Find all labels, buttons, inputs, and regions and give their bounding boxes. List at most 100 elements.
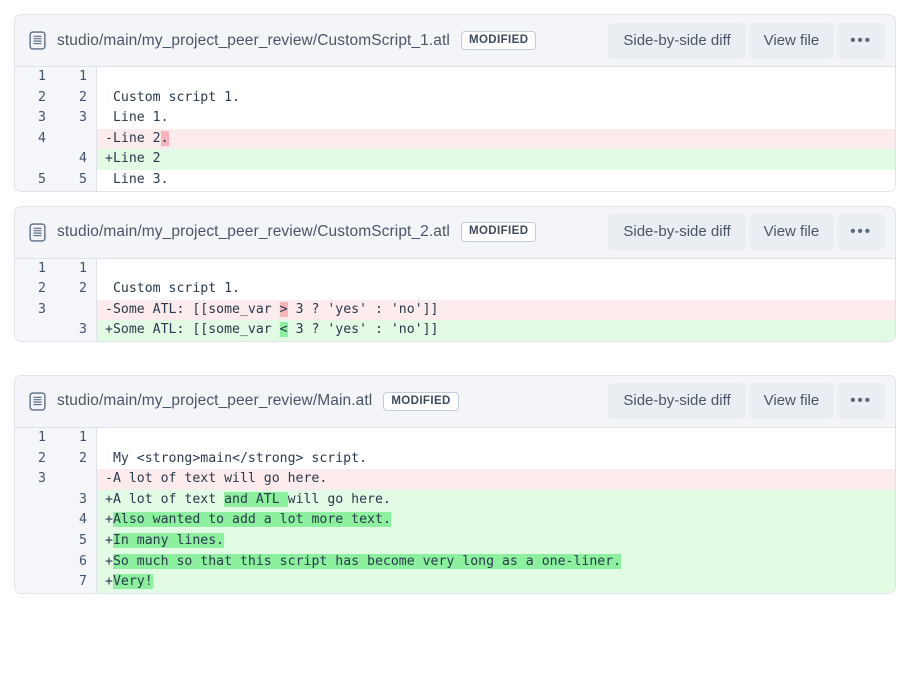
line-number-new: 3 (55, 320, 97, 341)
code-text: -Line 2 (105, 131, 161, 146)
code-text: will go here. (288, 492, 391, 507)
line-number-new: 4 (55, 149, 97, 170)
file-diff-header: studio/main/my_project_peer_review/Custo… (15, 207, 895, 259)
line-number-new: 1 (55, 259, 97, 280)
diff-line-content: +A lot of text and ATL will go here. (97, 490, 895, 511)
diff-line-add: 4 +Line 2 (15, 149, 895, 170)
status-badge: MODIFIED (461, 222, 536, 242)
word-diff-highlight: > (280, 302, 288, 317)
line-number-old (15, 572, 55, 593)
line-number-new: 2 (55, 88, 97, 109)
line-number-new: 5 (55, 531, 97, 552)
diff-line-content: +So much so that this script has become … (97, 552, 895, 573)
diff-line-content (97, 428, 895, 449)
code-text: +Some ATL: [[some_var (105, 322, 280, 337)
line-number-old: 2 (15, 279, 55, 300)
more-options-icon[interactable]: ••• (837, 383, 885, 419)
diff-line-add: 7+Very! (15, 572, 895, 593)
line-number-new: 3 (55, 490, 97, 511)
code-text: Line 1. (105, 110, 169, 125)
more-options-icon[interactable]: ••• (837, 23, 885, 59)
line-number-new: 6 (55, 552, 97, 573)
line-number-new: 4 (55, 510, 97, 531)
header-actions: Side-by-side diffView file••• (608, 383, 885, 419)
diff-line-content: -A lot of text will go here. (97, 469, 895, 490)
diff-line-content: +Some ATL: [[some_var < 3 ? 'yes' : 'no'… (97, 320, 895, 341)
file-diff-card: studio/main/my_project_peer_review/Main.… (14, 375, 896, 594)
diff-line-content: -Line 2. (97, 129, 895, 150)
word-diff-highlight: and ATL (224, 492, 288, 507)
line-number-new: 7 (55, 572, 97, 593)
line-number-new (55, 469, 97, 490)
status-badge: MODIFIED (383, 392, 458, 412)
word-diff-highlight: . (161, 131, 169, 146)
diff-line-ctx: 11 (15, 428, 895, 449)
code-text: + (105, 574, 113, 589)
line-number-old: 3 (15, 300, 55, 321)
line-number-old: 1 (15, 67, 55, 88)
word-diff-highlight: Also wanted to add a lot more text. (113, 512, 391, 527)
code-text: Line 3. (105, 172, 169, 187)
line-number-old: 2 (15, 88, 55, 109)
line-number-old: 5 (15, 170, 55, 191)
code-text: 3 ? 'yes' : 'no']] (288, 322, 439, 337)
diff-line-content (97, 67, 895, 88)
diff-line-add: 5+In many lines. (15, 531, 895, 552)
status-badge: MODIFIED (461, 31, 536, 51)
diff-line-ctx: 11 (15, 259, 895, 280)
side-by-side-diff-button[interactable]: Side-by-side diff (608, 383, 745, 419)
file-document-icon (29, 223, 46, 242)
diff-line-add: 6+So much so that this script has become… (15, 552, 895, 573)
diff-line-content: +In many lines. (97, 531, 895, 552)
diff-body: 1122 Custom script 1.33 Line 1.4-Line 2.… (15, 67, 895, 191)
code-text: Custom script 1. (105, 90, 240, 105)
line-number-old: 1 (15, 428, 55, 449)
line-number-old (15, 510, 55, 531)
code-text: Custom script 1. (105, 281, 240, 296)
diff-line-add: 3+Some ATL: [[some_var < 3 ? 'yes' : 'no… (15, 320, 895, 341)
diff-line-content: +Very! (97, 572, 895, 593)
side-by-side-diff-button[interactable]: Side-by-side diff (608, 214, 745, 250)
diff-line-content: My <strong>main</strong> script. (97, 449, 895, 470)
diff-line-ctx: 22 Custom script 1. (15, 279, 895, 300)
code-text: -A lot of text will go here. (105, 471, 327, 486)
file-diff-card: studio/main/my_project_peer_review/Custo… (14, 14, 896, 192)
diff-body: 1122 Custom script 1.3-Some ATL: [[some_… (15, 259, 895, 341)
line-number-old: 2 (15, 449, 55, 470)
line-number-old: 1 (15, 259, 55, 280)
line-number-old (15, 531, 55, 552)
diff-line-add: 4+Also wanted to add a lot more text. (15, 510, 895, 531)
diff-line-del: 4-Line 2. (15, 129, 895, 150)
code-text: My <strong>main</strong> script. (105, 451, 367, 466)
line-number-new: 2 (55, 279, 97, 300)
word-diff-highlight: In many lines. (113, 533, 224, 548)
word-diff-highlight: < (280, 322, 288, 337)
code-text: + (105, 533, 113, 548)
line-number-new (55, 300, 97, 321)
code-text: + (105, 512, 113, 527)
diff-list: studio/main/my_project_peer_review/Custo… (0, 0, 908, 594)
diff-line-ctx: 11 (15, 67, 895, 88)
line-number-old (15, 149, 55, 170)
diff-line-content: Custom script 1. (97, 279, 895, 300)
line-number-new: 3 (55, 108, 97, 129)
file-path: studio/main/my_project_peer_review/Custo… (57, 32, 450, 50)
diff-line-content: +Also wanted to add a lot more text. (97, 510, 895, 531)
file-path: studio/main/my_project_peer_review/Custo… (57, 223, 450, 241)
view-file-button[interactable]: View file (749, 214, 835, 250)
more-options-icon[interactable]: ••• (837, 214, 885, 250)
line-number-old (15, 490, 55, 511)
diff-line-content: Custom script 1. (97, 88, 895, 109)
code-text: 3 ? 'yes' : 'no']] (288, 302, 439, 317)
view-file-button[interactable]: View file (749, 383, 835, 419)
diff-line-content: +Line 2 (97, 149, 895, 170)
diff-body: 1122 My <strong>main</strong> script.3-A… (15, 428, 895, 593)
diff-line-content: -Some ATL: [[some_var > 3 ? 'yes' : 'no'… (97, 300, 895, 321)
diff-line-del: 3-A lot of text will go here. (15, 469, 895, 490)
view-file-button[interactable]: View file (749, 23, 835, 59)
file-document-icon (29, 31, 46, 50)
side-by-side-diff-button[interactable]: Side-by-side diff (608, 23, 745, 59)
code-text: +Line 2 (105, 151, 161, 166)
line-number-new: 1 (55, 428, 97, 449)
code-text: -Some ATL: [[some_var (105, 302, 280, 317)
